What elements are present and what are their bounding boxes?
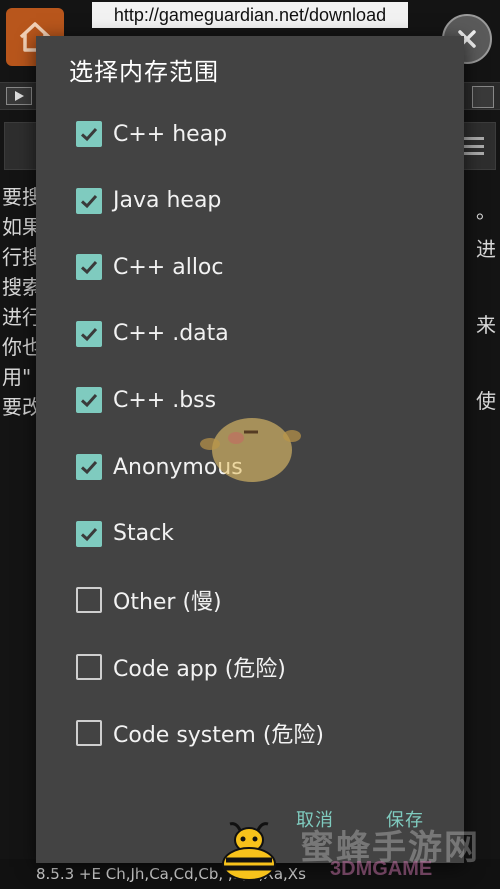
option-label: C++ heap <box>113 121 228 147</box>
checkmark-icon <box>80 127 98 142</box>
memory-range-option[interactable]: C++ heap <box>76 114 416 154</box>
checkmark-icon <box>80 394 98 408</box>
option-label: Java heap <box>113 188 222 214</box>
checkbox-checked[interactable] <box>76 320 102 347</box>
checkbox-checked[interactable] <box>76 454 102 480</box>
option-label: Stack <box>113 521 174 547</box>
checkbox-checked[interactable] <box>76 254 102 281</box>
checkbox-checked[interactable] <box>76 387 102 414</box>
mascot-watermark-icon <box>200 418 301 482</box>
checkmark-icon <box>80 261 98 275</box>
checkbox-checked[interactable] <box>76 520 102 547</box>
checkmark-icon <box>80 194 98 208</box>
option-label: Code system (危险) <box>113 723 325 749</box>
checkmark-icon <box>80 327 98 341</box>
option-label: Code app (危险) <box>113 656 286 682</box>
memory-range-option[interactable]: Code app (危险) <box>76 647 416 687</box>
checkbox-checked[interactable] <box>76 187 102 214</box>
checkmark-icon <box>80 527 98 541</box>
memory-range-option[interactable]: Stack <box>76 514 416 554</box>
url-banner: http://gameguardian.net/download <box>92 2 408 28</box>
watermark-brand: 3DMGAME <box>330 858 433 880</box>
memory-range-option[interactable]: C++ .data <box>76 314 416 354</box>
checkmark-icon <box>80 460 98 475</box>
bee-logo-icon <box>222 822 276 881</box>
memory-range-option[interactable]: C++ alloc <box>76 247 416 287</box>
checkbox-unchecked[interactable] <box>76 720 102 747</box>
memory-range-option[interactable]: Code system (危险) <box>76 713 416 753</box>
checkbox-unchecked[interactable] <box>76 587 102 614</box>
option-label: C++ alloc <box>113 254 224 280</box>
menu-icon[interactable] <box>462 137 484 155</box>
play-icon[interactable] <box>6 87 32 105</box>
refresh-icon[interactable] <box>472 86 494 108</box>
option-label: Other (慢) <box>113 590 222 616</box>
memory-range-option[interactable]: Other (慢) <box>76 580 416 620</box>
dialog-title: 选择内存范围 <box>69 58 219 86</box>
memory-range-option[interactable]: Java heap <box>76 181 416 221</box>
checkbox-checked[interactable] <box>76 121 102 147</box>
option-label: C++ .data <box>113 321 229 347</box>
checkbox-unchecked[interactable] <box>76 653 102 680</box>
